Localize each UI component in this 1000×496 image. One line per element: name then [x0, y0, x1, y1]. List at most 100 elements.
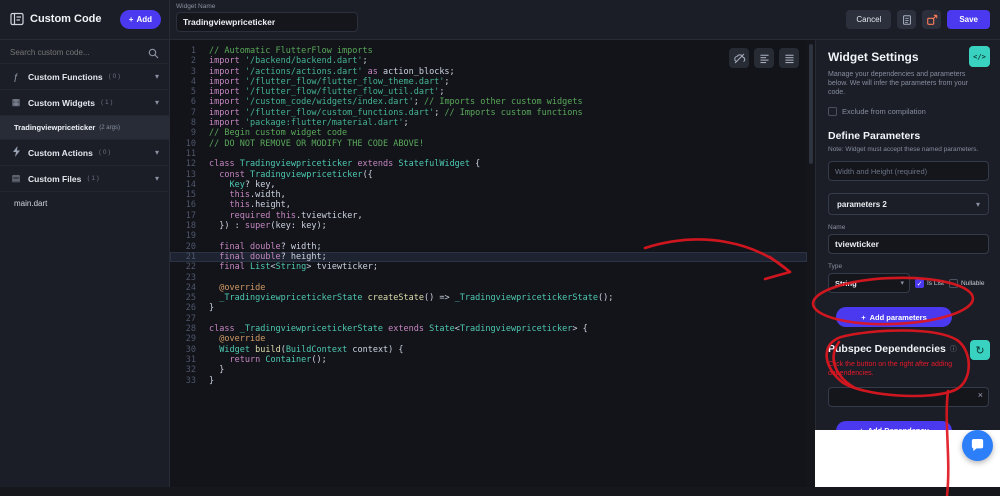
save-button[interactable]: Save	[947, 10, 990, 29]
widget-list-item-selected[interactable]: Tradingviewpriceticker (2 args)	[0, 116, 169, 140]
checkbox-checked[interactable]: ✓	[915, 279, 924, 288]
code-lines: 1// Automatic FlutterFlow imports2import…	[170, 46, 807, 386]
code-line: 11	[170, 149, 807, 159]
plus-icon: +	[129, 15, 134, 24]
line-number: 27	[170, 314, 196, 324]
checkbox-unchecked[interactable]	[949, 279, 958, 288]
pubspec-dependencies-title: Pubspec Dependencies	[828, 343, 946, 355]
editor-scrollbar[interactable]	[807, 40, 815, 487]
clear-icon[interactable]: ×	[978, 390, 983, 400]
exclude-from-compilation-checkbox[interactable]: Exclude from compilation	[828, 107, 988, 116]
editor-toolbar	[729, 48, 799, 68]
parameter-group-header[interactable]: parameters 2 ▾	[828, 193, 989, 215]
is-list-checkbox[interactable]: ✓ Is List	[915, 279, 944, 288]
code-line: 9// Begin custom widget code	[170, 128, 807, 138]
nullable-checkbox[interactable]: Nullable	[949, 279, 985, 288]
dependency-input[interactable]	[828, 387, 989, 407]
line-number: 29	[170, 334, 196, 344]
cloud-off-icon[interactable]	[729, 48, 749, 68]
line-number: 22	[170, 262, 196, 272]
chevron-down-icon[interactable]: ▾	[976, 200, 980, 209]
sidebar-item-custom-widgets[interactable]: ▦ Custom Widgets ( 1 ) ▾	[0, 90, 169, 116]
bottom-bar	[0, 487, 1000, 496]
code-line: 14 Key? key,	[170, 180, 807, 190]
code-line: 5import '/flutter_flow/flutter_flow_util…	[170, 87, 807, 97]
parameter-name-input[interactable]	[828, 234, 989, 254]
chevron-down-icon[interactable]: ▾	[155, 72, 159, 81]
format-code-icon[interactable]	[754, 48, 774, 68]
code-line: 1// Automatic FlutterFlow imports	[170, 46, 807, 56]
code-line: 31 return Container();	[170, 355, 807, 365]
code-line: 17 required this.tviewticker,	[170, 211, 807, 221]
files-icon: ▤	[10, 173, 22, 184]
define-parameters-title: Define Parameters	[828, 130, 988, 142]
line-number: 13	[170, 170, 196, 180]
code-line: 13 const Tradingviewpriceticker({	[170, 170, 807, 180]
code-line: 32 }	[170, 365, 807, 375]
code-line: 12class Tradingviewpriceticker extends S…	[170, 159, 807, 169]
chevron-down-icon: ▾	[900, 279, 904, 287]
line-number: 15	[170, 190, 196, 200]
line-number: 4	[170, 77, 196, 87]
code-line: 33}	[170, 376, 807, 386]
line-number: 8	[170, 118, 196, 128]
code-line: 20 final double? width;	[170, 242, 807, 252]
line-number: 25	[170, 293, 196, 303]
cancel-button[interactable]: Cancel	[846, 10, 891, 29]
code-line: 18 }) : super(key: key);	[170, 221, 807, 231]
line-number: 32	[170, 365, 196, 375]
sidebar-search	[0, 40, 169, 64]
line-number: 18	[170, 221, 196, 231]
code-line: 10// DO NOT REMOVE OR MODIFY THE CODE AB…	[170, 139, 807, 149]
code-line: 6import '/custom_code/widgets/index.dart…	[170, 97, 807, 107]
sidebar-item-custom-functions[interactable]: ƒ Custom Functions ( 0 ) ▾	[0, 64, 169, 90]
plus-icon: +	[861, 313, 865, 322]
panel-title: Widget Settings	[828, 50, 988, 64]
page-title: Custom Code	[30, 13, 102, 25]
line-number: 28	[170, 324, 196, 334]
view-code-button[interactable]: </>	[969, 46, 990, 67]
line-number: 5	[170, 87, 196, 97]
sidebar-item-custom-files[interactable]: ▤ Custom Files ( 1 ) ▾	[0, 166, 169, 192]
open-in-new-button[interactable]	[922, 10, 941, 29]
widget-name-input[interactable]	[176, 12, 358, 32]
code-line: 26}	[170, 303, 807, 313]
panel-description: Manage your dependencies and parameters …	[828, 70, 978, 97]
file-list-item-main-dart[interactable]: main.dart	[0, 192, 169, 214]
code-line: 7import '/flutter_flow/custom_functions.…	[170, 108, 807, 118]
flutterflow-custom-code-screen: Custom Code +Add ƒ Custom Functions ( 0 …	[0, 0, 1000, 496]
chevron-down-icon[interactable]: ▾	[155, 98, 159, 107]
type-select[interactable]: String ▾	[828, 273, 910, 293]
define-parameters-note: Note: Widget must accept these named par…	[828, 146, 983, 154]
add-parameters-button[interactable]: + Add parameters	[836, 307, 952, 327]
line-number: 2	[170, 56, 196, 66]
refresh-dependencies-button[interactable]: ↻	[970, 340, 990, 360]
code-line: 28class _TradingviewpricetickerState ext…	[170, 324, 807, 334]
chat-support-button[interactable]	[962, 430, 993, 461]
line-number: 30	[170, 345, 196, 355]
checkbox-unchecked[interactable]	[828, 107, 837, 116]
line-number: 33	[170, 376, 196, 386]
line-number: 31	[170, 355, 196, 365]
functions-icon: ƒ	[10, 72, 22, 82]
width-height-input[interactable]	[828, 161, 989, 181]
code-line: 8import 'package:flutter/material.dart';	[170, 118, 807, 128]
line-number: 3	[170, 67, 196, 77]
copy-code-button[interactable]	[897, 10, 916, 29]
line-number: 11	[170, 149, 196, 159]
topbar: Widget Name Cancel Save	[170, 0, 1000, 40]
chevron-down-icon[interactable]: ▾	[155, 174, 159, 183]
sidebar: Custom Code +Add ƒ Custom Functions ( 0 …	[0, 0, 170, 487]
scrollbar-thumb[interactable]	[809, 44, 813, 164]
line-number: 21	[170, 252, 196, 262]
search-input[interactable]	[0, 40, 145, 64]
line-wrap-icon[interactable]	[779, 48, 799, 68]
code-line: 2import '/backend/backend.dart';	[170, 56, 807, 66]
code-line: 19	[170, 231, 807, 241]
code-editor[interactable]: 1// Automatic FlutterFlow imports2import…	[170, 40, 807, 487]
add-custom-code-button[interactable]: +Add	[120, 10, 161, 29]
sidebar-item-custom-actions[interactable]: Custom Actions ( 0 ) ▾	[0, 140, 169, 166]
info-icon: ⓘ	[950, 344, 957, 354]
chevron-down-icon[interactable]: ▾	[155, 148, 159, 157]
name-field-label: Name	[828, 224, 988, 231]
